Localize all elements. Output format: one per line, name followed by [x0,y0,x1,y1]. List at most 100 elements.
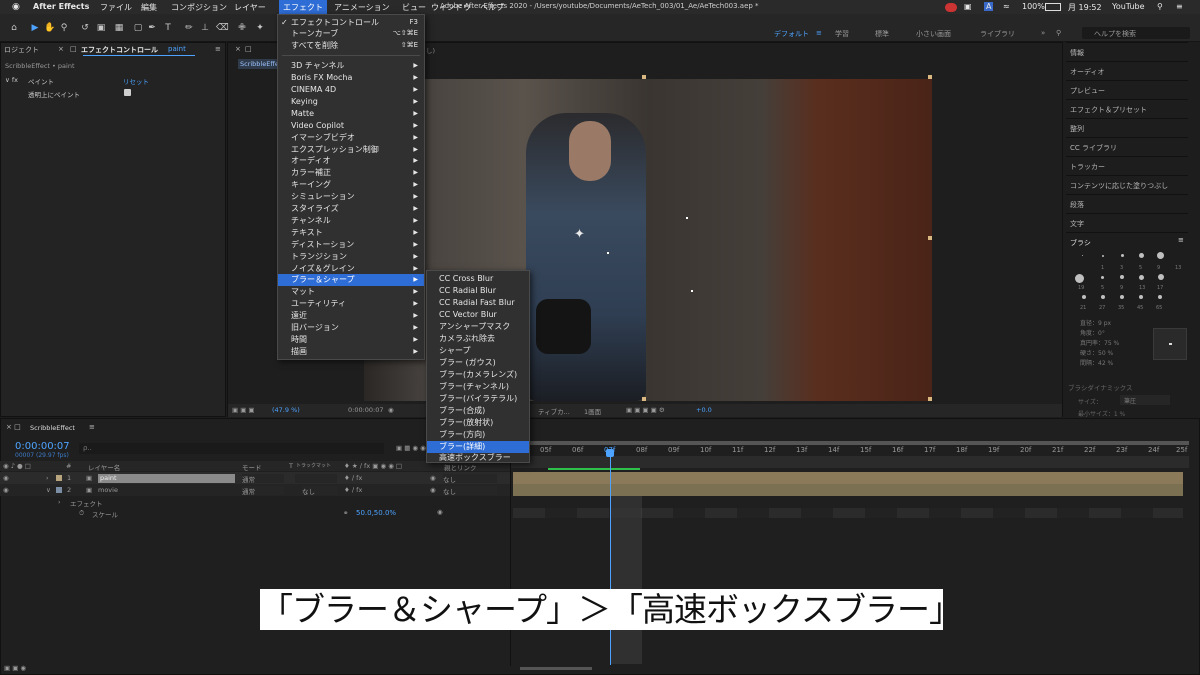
panel-info[interactable]: 情報 [1066,42,1188,60]
menu-item-obsolete[interactable]: 旧バージョン ▶ [278,322,424,334]
transform-handle[interactable] [642,397,646,401]
workspace-overflow-icon[interactable]: » [1041,29,1045,37]
parent-pickwhip-icon[interactable]: ◉ [430,486,436,494]
menu-item-boris-fx[interactable]: Boris FX Mocha ▶ [278,72,424,84]
menu-animation[interactable]: アニメーション [334,2,390,13]
column-track-matte[interactable]: トラックマット [296,462,331,469]
menu-item-time[interactable]: 時間 ▶ [278,334,424,346]
timeline-tab-close-icon[interactable]: × □ [6,423,21,431]
spotlight-icon[interactable]: ⚲ [1157,2,1163,11]
submenu-item-cc-radial-blur[interactable]: CC Radial Blur [427,285,529,297]
submenu-item-cc-radial-fast-blur[interactable]: CC Radial Fast Blur [427,297,529,309]
submenu-item-bilateral-blur[interactable]: ブラー(バイラテラル) [427,393,529,405]
menu-item-audio[interactable]: オーディオ ▶ [278,155,424,167]
type-tool-icon[interactable]: T [163,23,173,33]
menu-composition[interactable]: コンポジション [171,2,227,13]
stopwatch-icon[interactable]: ⏱ [79,509,84,518]
tab-close-icon[interactable]: × [58,45,64,53]
hand-tool-icon[interactable]: ✋ [44,23,55,33]
transform-handle[interactable] [928,397,932,401]
panel-audio[interactable]: オーディオ [1066,61,1188,79]
menu-view[interactable]: ビュー [402,2,426,13]
brush-size-dropdown[interactable]: 筆圧 [1120,395,1170,405]
menu-item-immersive-video[interactable]: イマーシブビデオ ▶ [278,132,424,144]
zoom-tool-icon[interactable]: ⚲ [59,23,69,33]
timeline-timecode[interactable]: 0:00:00:07 [15,441,70,452]
submenu-item-directional-blur[interactable]: ブラー(方向) [427,429,529,441]
playhead-line[interactable] [610,450,611,665]
panel-cc-libraries[interactable]: CC ライブラリ [1066,137,1188,155]
parent-pickwhip-icon[interactable]: ◉ [430,474,436,482]
brush-panel-menu-icon[interactable]: ≡ [1178,236,1184,244]
lock-icon[interactable]: □ [70,45,77,53]
workspace-standard[interactable]: 標準 [875,29,889,39]
layer-switches[interactable]: ♦ ∕ fx [344,474,362,482]
clone-stamp-tool-icon[interactable]: ⊥ [200,23,210,33]
expand-toggle-icon[interactable]: ∨ [46,486,51,494]
transform-handle[interactable] [642,75,646,79]
menu-item-video-copilot[interactable]: Video Copilot ▶ [278,120,424,132]
resolution-dropdown[interactable]: ティブカ... [538,406,570,416]
layer-row-paint[interactable]: ◉ › 1 ▣ paint 通常 ♦ ∕ fx ◉ なし [0,472,510,484]
label-color[interactable] [56,475,62,481]
fx-name[interactable]: ペイント [28,76,54,86]
transform-handle[interactable] [928,236,932,240]
work-area-bar[interactable] [511,441,1189,445]
timeline-bottom-icons[interactable]: ▣ ▣ ◉ [4,664,26,672]
camera-tool-icon[interactable]: ▣ [96,23,106,33]
roto-brush-tool-icon[interactable]: ✙ [237,23,247,33]
layer-name-field[interactable]: paint [98,474,235,483]
submenu-item-cc-cross-blur[interactable]: CC Cross Blur [427,273,529,285]
zoom-dropdown[interactable]: (47.9 %) [272,406,300,414]
menu-edit[interactable]: 編集 [141,2,157,13]
menu-item-keying[interactable]: キーイング ▶ [278,179,424,191]
eraser-tool-icon[interactable]: ⌫ [216,23,229,33]
playhead-handle[interactable] [606,449,614,457]
puppet-pin-tool-icon[interactable]: ✦ [255,23,265,33]
workspace-libraries[interactable]: ライブラリ [980,29,1015,39]
workspace-default[interactable]: デフォルト [774,29,809,39]
eye-icon[interactable]: ◉ [3,486,9,494]
column-layer-name[interactable]: レイヤー名 [88,462,120,472]
menu-item-keying-en[interactable]: Keying ▶ [278,96,424,108]
layer-row-movie[interactable]: ◉ ∨ 2 ▣ movie 通常 なし ♦ ∕ fx ◉ なし [0,484,510,496]
brush-tool-icon[interactable]: ✏ [184,23,194,33]
constrain-link-icon[interactable]: ⚭ [343,509,348,517]
layer-mode-dropdown[interactable]: 通常 [242,474,284,484]
tab-effect-controls[interactable]: エフェクトコントロール [81,45,158,55]
cc-icon[interactable] [945,3,957,12]
parent-pickwhip-icon[interactable]: ◉ [437,508,443,516]
menu-item-matte-en[interactable]: Matte ▶ [278,108,424,120]
clock[interactable]: 月 19:52 [1068,2,1102,13]
menu-item-matte[interactable]: マット ▶ [278,286,424,298]
submenu-item-channel-blur[interactable]: ブラー(チャンネル) [427,381,529,393]
submenu-item-fast-box-blur[interactable]: 高速ボックスブラー [427,452,529,464]
screen-icon[interactable]: ▣ [964,2,972,11]
workspace-menu-icon[interactable]: ≡ [816,29,822,37]
workspace-small-screen[interactable]: 小さい画面 [916,29,951,39]
submenu-item-compound-blur[interactable]: ブラー(合成) [427,405,529,417]
comp-timecode[interactable]: 0:00:00:07 [348,406,384,414]
menu-layer[interactable]: レイヤー [234,2,266,13]
panel-character[interactable]: 文字 [1066,213,1188,231]
search-help-input[interactable]: ヘルプを検索 [1082,27,1190,39]
column-mode[interactable]: モード [242,462,262,472]
menu-item-channel[interactable]: チャンネル ▶ [278,215,424,227]
submenu-item-radial-blur[interactable]: ブラー(放射状) [427,417,529,429]
comp-footer-icons[interactable]: ▣ ▣ ▣ ▣ ⚙ [626,406,665,414]
time-ruler[interactable] [511,456,1189,468]
timeline-tab[interactable]: ScribbleEffect [30,424,75,432]
menu-item-transition[interactable]: トランジション ▶ [278,251,424,263]
column-t[interactable]: T [289,462,293,470]
scale-value[interactable]: 50.0,50.0% [356,509,396,517]
menu-item-color-correction[interactable]: カラー補正 ▶ [278,167,424,179]
selection-tool-icon[interactable]: ▶ [30,23,40,33]
workspace-learn[interactable]: 学習 [835,29,849,39]
panel-paragraph[interactable]: 段落 [1066,194,1188,212]
panel-content-aware-fill[interactable]: コンテンツに応じた塗りつぶし [1066,175,1188,193]
panel-align[interactable]: 整列 [1066,118,1188,136]
timeline-menu-icon[interactable]: ≡ [89,423,95,431]
snapshot-icon[interactable]: ▣ ▣ ▣ [232,406,255,414]
layer-parent-dropdown[interactable]: なし [443,474,497,484]
menu-item-distort[interactable]: ディストーション ▶ [278,239,424,251]
